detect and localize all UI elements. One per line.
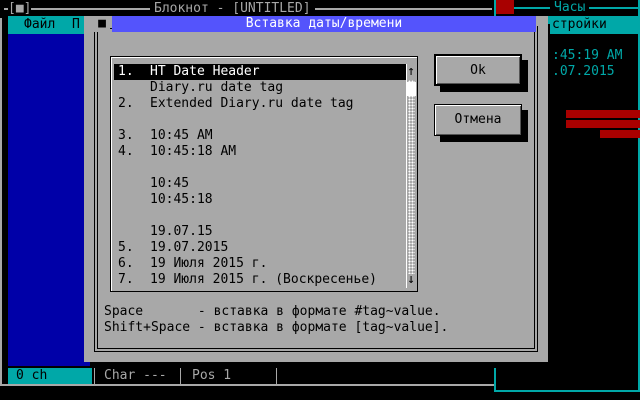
list-item-number: 4. <box>118 144 134 159</box>
list-item-label: 10:45 <box>150 176 190 191</box>
status-char: Char --- <box>104 368 167 383</box>
red-brick-decoration <box>496 0 514 14</box>
list-item-label: 10:45:18 <box>150 192 213 207</box>
status-divider <box>276 368 277 384</box>
list-item-label: HT Date Header <box>150 64 260 79</box>
list-item-label: 10:45 AM <box>150 128 213 143</box>
menu-file[interactable]: Файл <box>24 17 55 33</box>
hint-space: Space - вставка в формате #tag~value. <box>104 304 441 319</box>
list-item-label: 19 Июля 2015 г. <box>150 256 268 271</box>
dialog-title: Вставка даты/времени <box>245 16 403 31</box>
list-item-number: 7. <box>118 272 134 287</box>
list-item-label: 19 Июля 2015 г. (Воскресенье) <box>150 272 377 287</box>
list-item-number: 2. <box>118 96 134 111</box>
clock-title: Часы <box>550 0 590 16</box>
list-item-label: Extended Diary.ru date tag <box>150 96 354 111</box>
red-brick-decoration <box>566 120 640 128</box>
clock-time: :45:19 AM <box>552 48 623 63</box>
scrollbar-thumb[interactable] <box>407 82 416 96</box>
scrollbar-track[interactable] <box>408 80 415 274</box>
ok-button[interactable]: Ok <box>434 54 522 86</box>
list-item[interactable]: 6. 19 Июля 2015 г. <box>114 256 406 272</box>
clock-menu-settings[interactable]: стройки <box>552 17 607 33</box>
menu-edit[interactable]: П <box>72 17 80 33</box>
status-pos: Pos 1 <box>192 368 232 383</box>
list-item[interactable]: 10:45 <box>114 176 406 192</box>
notepad-title: Блокнот - [UNTITLED] <box>150 1 315 17</box>
list-item[interactable] <box>114 160 406 176</box>
list-item-number: 3. <box>118 128 134 143</box>
cancel-button[interactable]: Отмена <box>434 104 522 136</box>
list-item-number: 1. <box>118 64 134 79</box>
list-item[interactable]: 4. 10:45:18 AM <box>114 144 406 160</box>
list-item-number: 6. <box>118 256 134 271</box>
list-item-label: 10:45:18 AM <box>150 144 237 159</box>
list-item-number: 5. <box>118 240 134 255</box>
list-item[interactable]: 5. 19.07.2015 <box>114 240 406 256</box>
list-item[interactable]: 19.07.15 <box>114 224 406 240</box>
status-char-count: 0 ch <box>8 368 92 384</box>
list-item[interactable] <box>114 208 406 224</box>
scroll-up-arrow-icon[interactable]: ↑ <box>405 64 417 80</box>
list-item[interactable] <box>114 112 406 128</box>
status-divider <box>94 368 95 384</box>
list-item[interactable]: Diary.ru date tag <box>114 80 406 96</box>
list-item[interactable]: 3. 10:45 AM <box>114 128 406 144</box>
red-brick-decoration <box>566 110 640 118</box>
status-divider <box>180 368 181 384</box>
list-item-label: 19.07.15 <box>150 224 213 239</box>
system-menu-icon[interactable]: ■ <box>94 16 110 32</box>
list-item-label: Diary.ru date tag <box>150 80 284 95</box>
hint-shift-space: Shift+Space - вставка в формате [tag~val… <box>104 320 449 335</box>
list-item[interactable]: 7. 19 Июля 2015 г. (Воскресенье) <box>114 272 406 288</box>
list-item[interactable]: 10:45:18 <box>114 192 406 208</box>
list-item[interactable]: 1. HT Date Header <box>114 64 406 80</box>
clock-date: .07.2015 <box>552 64 615 79</box>
list-item-label: 19.07.2015 <box>150 240 229 255</box>
scroll-down-arrow-icon[interactable]: ↓ <box>405 272 417 288</box>
notepad-close-icon[interactable]: [■] <box>8 1 32 17</box>
red-brick-decoration <box>600 130 640 138</box>
list-item[interactable]: 2. Extended Diary.ru date tag <box>114 96 406 112</box>
